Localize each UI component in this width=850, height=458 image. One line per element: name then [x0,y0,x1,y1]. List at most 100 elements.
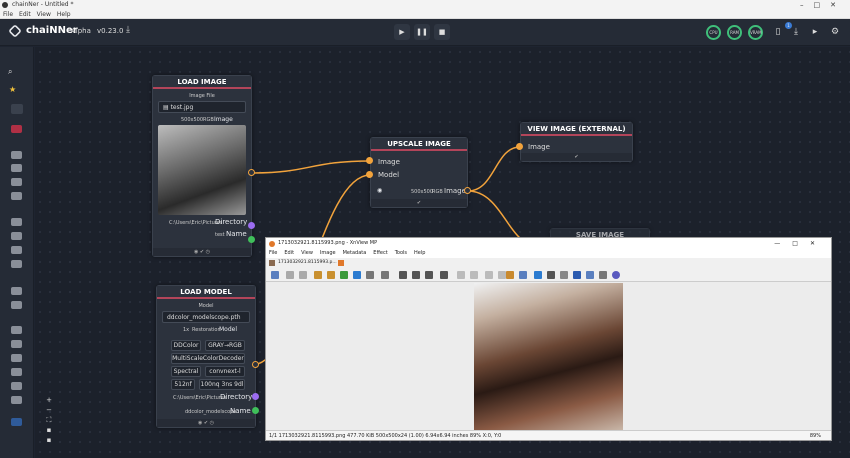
node-footer: ◉ ✔ ◷ [153,248,251,256]
scale-tag: 1x [183,327,190,333]
xnview-title: 1713032921.8115993.png - XnView MP [278,240,378,246]
directory-row: C:\Users\Eric\Pictures Directory [153,216,251,229]
load-model-node[interactable]: LOAD MODEL Model ddcolor_modelscope.pth … [156,285,256,428]
xv-menu-metadata[interactable]: Metadata [343,250,367,256]
xv-menu-help[interactable]: Help [414,250,425,256]
output-model-label: Model [219,326,238,333]
tool-icon[interactable] [381,271,389,279]
mode-tag: RGB [203,117,214,123]
image-file-input[interactable]: ▤ test.jpg [158,101,246,113]
tool-icon[interactable] [534,271,542,279]
output-image-label: Image [214,116,233,123]
load-image-output-port[interactable] [248,169,255,176]
name-port[interactable] [252,407,259,414]
xnview-image-view[interactable] [266,282,831,430]
tab-close-icon[interactable] [338,260,344,266]
chip-backbone: convnext-l [205,366,245,377]
chip-nf: 512nf [171,379,195,390]
node-header[interactable]: UPSCALE IMAGE [371,138,467,151]
zoom-fit-icon[interactable] [425,271,433,279]
node-footer: ✔ [371,199,467,207]
status-text: 1/1 1713032921.8115993.png 477.70 KiB 50… [269,433,502,439]
xnview-window-controls[interactable]: —□✕ [774,238,827,249]
tool-icon[interactable] [599,271,607,279]
name-value: test [215,232,225,238]
zoom-in-icon[interactable] [399,271,407,279]
node-footer: ◉ ✔ ◷ [157,419,255,427]
tool-icon[interactable] [519,271,527,279]
tool-icon[interactable] [314,271,322,279]
next-icon[interactable] [299,271,307,279]
output-name-label: Name [230,407,251,415]
load-model-output-port[interactable] [252,361,259,368]
help-icon[interactable] [612,271,620,279]
file-name: test.jpg [170,104,194,111]
xnview-window[interactable]: 1713032921.8115993.png - XnView MP —□✕ F… [265,237,832,441]
node-title: LOAD MODEL [180,288,232,296]
rotate-left-icon[interactable] [457,271,465,279]
field-label: Model [198,303,214,309]
view-image-external-node[interactable]: VIEW IMAGE (EXTERNAL) Image ✔ [520,122,633,162]
tab-thumbnail-icon [269,260,275,266]
tool-icon[interactable] [506,271,514,279]
field-label: Image File [189,93,215,99]
chip-arch: DDColor [171,340,201,351]
dims-tag: 500x500 [411,189,434,195]
xnview-menubar: File Edit View Image Metadata Effect Tools Help [266,249,831,258]
upscale-input-image-port[interactable] [366,157,373,164]
zoom-out-icon[interactable] [412,271,420,279]
upscale-image-node[interactable]: UPSCALE IMAGE Image Model ◉ 500x500 RGB … [370,137,468,208]
tool-icon[interactable] [498,271,506,279]
mode-tag: RGB [432,189,443,195]
node-title: UPSCALE IMAGE [387,140,451,148]
chip-spectral: Spectral [171,366,201,377]
zoom-actual-icon[interactable] [440,271,448,279]
zoom-level[interactable]: 89% [810,431,821,441]
model-file-input[interactable]: ddcolor_modelscope.pth [162,311,250,323]
input-image-label: Image [528,143,550,151]
zoom-controls[interactable]: + − ⛶ ▪ ▪ [43,395,55,445]
node-title: VIEW IMAGE (EXTERNAL) [527,125,626,133]
eye-icon[interactable]: ◉ [377,187,382,194]
flip-icon[interactable] [485,271,493,279]
chip-params: 100nq 3ns 9dl [199,379,245,390]
tool-icon[interactable] [547,271,555,279]
upscale-output-port[interactable] [464,187,471,194]
name-value: ddcolor_modelscope [185,409,237,415]
input-model-label: Model [378,171,400,179]
xv-menu-view[interactable]: View [301,250,313,256]
tool-icon[interactable] [366,271,374,279]
xv-menu-image[interactable]: Image [320,250,336,256]
dims-tag: 500x500 [181,117,204,123]
xnview-toolbar [266,268,831,282]
node-header[interactable]: LOAD IMAGE [153,76,251,89]
dir-path: C:\Users\Eric\Pictures [173,395,227,401]
prev-icon[interactable] [286,271,294,279]
xv-menu-tools[interactable]: Tools [395,250,407,256]
rotate-right-icon[interactable] [470,271,478,279]
tool-icon[interactable] [340,271,348,279]
image-preview [158,125,246,215]
output-image-label: Image [444,187,466,195]
xv-menu-edit[interactable]: Edit [284,250,294,256]
tool-icon[interactable] [327,271,335,279]
node-header[interactable]: VIEW IMAGE (EXTERNAL) [521,123,632,136]
node-header[interactable]: LOAD MODEL [157,286,255,299]
view-external-input-port[interactable] [516,143,523,150]
node-title: LOAD IMAGE [177,78,227,86]
xv-menu-effect[interactable]: Effect [373,250,387,256]
tool-icon[interactable] [573,271,581,279]
tool-icon[interactable] [353,271,361,279]
xv-menu-file[interactable]: File [269,250,277,256]
browser-icon[interactable] [271,271,279,279]
print-icon[interactable] [560,271,568,279]
xnview-logo-icon [269,241,275,247]
load-image-node[interactable]: LOAD IMAGE Image File ▤ test.jpg 500x500… [152,75,252,257]
xnview-tab[interactable]: 1713032921.8115993.p... [266,258,831,268]
directory-port[interactable] [248,222,255,229]
name-port[interactable] [248,236,255,243]
directory-port[interactable] [252,393,259,400]
output-directory-label: Directory [220,393,253,401]
upscale-input-model-port[interactable] [366,171,373,178]
tool-icon[interactable] [586,271,594,279]
